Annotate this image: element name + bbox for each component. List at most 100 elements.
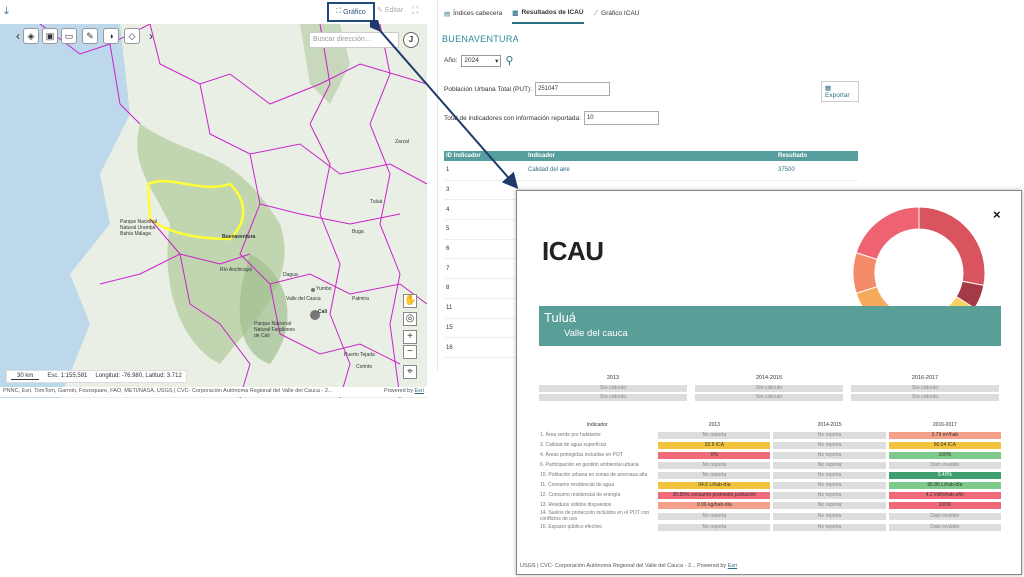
period-status: Sin cálculo <box>695 385 843 392</box>
scale-bar: 30 km <box>11 373 40 380</box>
row-resultado: 37500 <box>778 167 795 174</box>
eraser-icon[interactable]: ◇ <box>124 28 140 44</box>
pan-hand-icon[interactable]: ✋ <box>403 294 417 308</box>
table-icon: ▤ <box>444 10 451 18</box>
tab-label: Gráfico ICAU <box>601 10 640 17</box>
label-buga: Buga <box>352 229 364 235</box>
indicator-value: 4.2 kWh/hab-año <box>888 491 1001 499</box>
indicator-name: 13. Residuos sólidos dispuestos <box>540 502 612 508</box>
row-indicador[interactable]: Calidad del aire <box>526 167 776 173</box>
indicator-row: 6. Participación en gestión ambiental ur… <box>539 460 1001 470</box>
indicator-value: No reporta <box>773 523 886 531</box>
tab-grafico-icau[interactable]: ⟋ Gráfico ICAU <box>594 6 640 24</box>
indicator-value: 32.9 ICA <box>658 441 771 449</box>
indicator-row: 10. Población urbana en zonas de amenaza… <box>539 470 1001 480</box>
map-attribution: PNNC, Esri, TomTom, Garmin, Foursquare, … <box>0 387 427 397</box>
modal-esri-link[interactable]: Esri <box>728 563 737 569</box>
export-label: Exportar <box>825 92 850 99</box>
label-anchicaya: Río Anchicayá <box>220 267 252 273</box>
modal-powered-text: Powered by <box>697 563 727 569</box>
indicator-value: No reporta <box>773 461 886 469</box>
indicator-row: 14. Suelos de protección incluidos en el… <box>539 510 1001 522</box>
tool-next-icon[interactable]: › <box>143 28 159 44</box>
my-location-icon[interactable]: ⌖ <box>403 365 417 379</box>
indicator-value: No reporta <box>773 451 886 459</box>
indicator-name: 16. Espacio público efectivo <box>540 524 602 530</box>
label-cali: Cali <box>318 309 328 315</box>
indicator-value: No reporta <box>773 491 886 499</box>
label-valle-cauca: Valle del Cauca <box>286 296 321 302</box>
basemap-icon[interactable]: ▣ <box>42 28 58 44</box>
layers-icon[interactable]: ◈ <box>23 28 39 44</box>
indicator-value: 96.86 L/hab-día <box>888 481 1001 489</box>
total-field[interactable]: 10 <box>583 111 659 125</box>
icau-modal: ICAU × Tuluá Valle del cauca 2013 Sin cá… <box>516 190 1022 575</box>
grafico-label: Gráfico <box>343 8 366 16</box>
row-id: 6 <box>446 246 450 253</box>
row-id: 4 <box>446 206 450 213</box>
header-resultado[interactable]: Resultado <box>776 153 858 159</box>
indicator-value: No reporta <box>773 501 886 509</box>
indicator-name: 3. Calidad de agua superficial <box>540 442 606 448</box>
municipality-name: Tuluá <box>544 310 577 325</box>
scale-text: Esc. 1:155,581 <box>47 373 88 379</box>
label-farallones: Parque Nacional Natural Farallones de Ca… <box>254 321 295 339</box>
label-yumbo: Yumbo <box>316 286 332 292</box>
row-id: 11 <box>446 305 453 312</box>
esri-link[interactable]: Esri <box>415 388 424 394</box>
period-year: 2016-2017 <box>911 375 939 381</box>
icau-table-header: Indicador 2013 2014-2015 2016-2017 <box>539 419 1001 430</box>
annotation-arrow <box>370 20 519 190</box>
modal-attrib-text: USGS | CVC- Corporación Autónoma Regiona… <box>520 563 696 569</box>
indicator-value: 35.89% consumo promedio población <box>658 491 771 499</box>
indicator-name: 10. Población urbana en zonas de amenaza… <box>540 472 648 478</box>
zoom-out-button[interactable]: − <box>403 345 417 359</box>
indicator-row: 3. Calidad de agua superficial 32.9 ICA No… <box>539 440 1001 450</box>
period-status: Sin cálculo <box>851 385 999 392</box>
editar-button[interactable]: ✎ Editar <box>377 6 403 14</box>
indicator-value: 0.96 kg/hab-día <box>658 501 771 509</box>
chart-expand-icon: ⛶ <box>336 8 342 15</box>
locate-zoom-icon[interactable]: ◎ <box>403 312 417 326</box>
row-id: 7 <box>446 265 450 272</box>
draw-icon[interactable]: ✎ <box>82 28 98 44</box>
period-status: Sin cálculo <box>851 394 999 401</box>
put-field[interactable]: 251047 <box>535 82 611 96</box>
indicator-value: Dato inválido <box>888 461 1001 469</box>
edit-icon: ✎ <box>377 7 383 14</box>
period-2013: 2013 Sin cálculo Sin cálculo <box>539 375 687 403</box>
department-name: Valle del cauca <box>564 328 628 339</box>
print-icon[interactable]: ◑ <box>103 28 119 44</box>
grafico-button[interactable]: ⛶ Gráfico <box>327 2 375 22</box>
zoom-in-button[interactable]: + <box>403 330 417 344</box>
editar-label: Editar <box>384 7 404 14</box>
header-indicador[interactable]: Indicador <box>526 153 776 159</box>
period-2016-2017: 2016-2017 Sin cálculo Sin cálculo <box>851 375 999 403</box>
close-icon[interactable]: × <box>993 207 1001 222</box>
indicator-row: 16. Espacio público efectivo No reporta No… <box>539 522 1001 532</box>
export-icon: ▦ <box>825 85 832 92</box>
attribution-text: PNNC, Esri, TomTom, Garmin, Foursquare, … <box>3 388 333 394</box>
donut-slice[interactable] <box>855 206 920 261</box>
measure-icon[interactable]: ▭ <box>61 28 77 44</box>
period-status: Sin cálculo <box>539 394 687 401</box>
powered-by: Powered by Esri <box>384 388 424 394</box>
period-year: 2014-2015 <box>755 375 783 381</box>
label-corinto: Corinto <box>356 364 373 370</box>
export-button[interactable]: ▦ Exportar <box>821 81 859 102</box>
line-chart-icon: ⟋ <box>593 9 599 17</box>
label-palmira: Palmira <box>352 296 369 302</box>
col-2016-2017: 2016-2017 <box>932 421 957 428</box>
indicator-value: 100% <box>888 501 1001 509</box>
donut-slice[interactable] <box>918 206 986 286</box>
indicator-row: 13. Residuos sólidos dispuestos 0.96 kg/h… <box>539 500 1001 510</box>
indicator-value: No reporta <box>658 471 771 479</box>
map-canvas <box>39 24 427 398</box>
indicator-value: No reporta <box>773 441 886 449</box>
period-status: Sin cálculo <box>695 394 843 401</box>
modal-attribution: USGS | CVC- Corporación Autónoma Regiona… <box>517 563 1021 569</box>
expand-icon[interactable]: ⛶ <box>412 5 418 16</box>
download-icon[interactable]: ⤓ <box>4 5 16 17</box>
indicator-name: 11. Consumo residencial de agua <box>540 482 615 488</box>
map-view[interactable]: ‹ ◈ ▣ ▭ ✎ ◑ ◇ › Buscar dirección... J Bu… <box>0 24 427 398</box>
